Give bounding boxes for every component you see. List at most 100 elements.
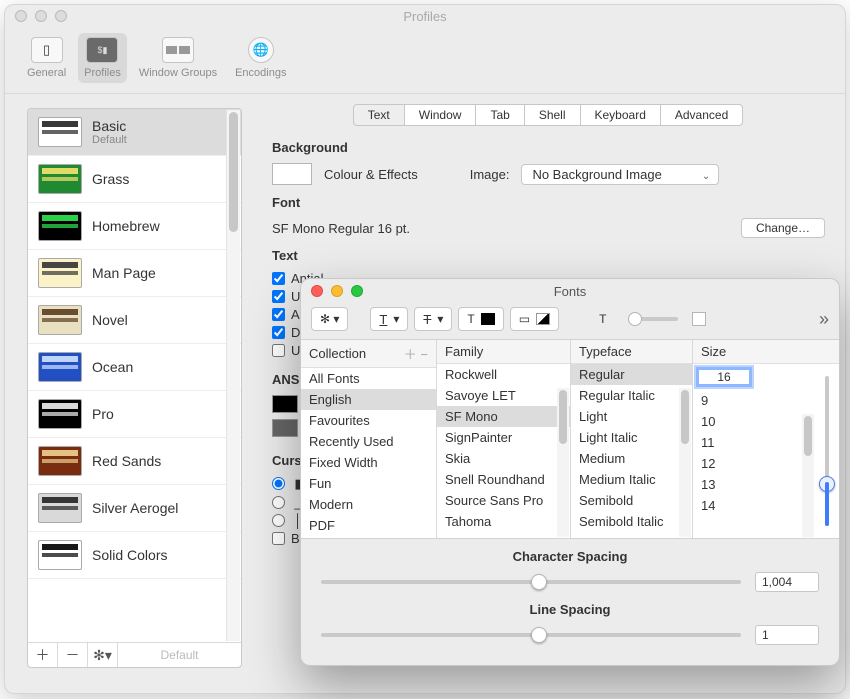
profile-row[interactable]: Homebrew <box>28 203 241 250</box>
shadow-blur-control[interactable] <box>692 312 706 326</box>
char-spacing-slider[interactable] <box>321 580 741 584</box>
list-item[interactable]: 10 <box>693 411 815 432</box>
tab-window[interactable]: Window <box>404 104 477 126</box>
profiles-list[interactable]: BasicDefaultGrassHomebrewMan PageNovel Oc… <box>28 109 241 642</box>
list-item[interactable]: English <box>301 389 436 410</box>
background-image-popup[interactable]: No Background Image <box>521 164 719 185</box>
sidebar-scrollbar[interactable] <box>226 110 240 641</box>
profile-row[interactable]: Ocean <box>28 344 241 391</box>
toolbar-window-groups[interactable]: Window Groups <box>133 33 223 83</box>
list-item[interactable]: Rockwell <box>437 364 570 385</box>
list-item[interactable]: 13 <box>693 474 815 495</box>
profile-row[interactable]: Novel <box>28 297 241 344</box>
shadow-opacity-slider[interactable] <box>628 317 678 321</box>
change-font-button[interactable]: Change… <box>741 218 825 238</box>
set-default-button[interactable]: Default <box>118 643 241 667</box>
list-item[interactable]: 14 <box>693 495 815 516</box>
list-item[interactable]: Tahoma <box>437 511 570 532</box>
background-colour-well[interactable] <box>272 163 312 185</box>
remove-profile-button[interactable]: － <box>58 643 88 667</box>
underline-menu[interactable]: T ▾ <box>370 307 408 331</box>
collection-column: Collection＋ − All FontsEnglishFavourites… <box>301 340 437 538</box>
toolbar: ▯ General $▮ Profiles Window Groups 🌐 En… <box>5 27 845 94</box>
typeface-scrollbar[interactable] <box>679 388 691 537</box>
list-item[interactable]: Savoye LET <box>437 385 570 406</box>
list-item[interactable]: Semibold <box>571 490 692 511</box>
profile-row[interactable]: Silver Aerogel <box>28 485 241 532</box>
text-colour-well[interactable]: T <box>458 307 503 331</box>
profile-row[interactable]: Grass <box>28 156 241 203</box>
list-item[interactable]: Fixed Width <box>301 452 436 473</box>
list-item[interactable]: SF Mono <box>437 406 570 427</box>
profile-thumbnail <box>38 211 82 241</box>
list-item[interactable]: Light <box>571 406 692 427</box>
list-item[interactable]: 11 <box>693 432 815 453</box>
list-item[interactable]: Modern <box>301 494 436 515</box>
list-item[interactable]: PDF <box>301 515 436 536</box>
close-icon[interactable] <box>15 10 27 22</box>
tab-shell[interactable]: Shell <box>524 104 581 126</box>
size-scrollbar[interactable] <box>802 414 814 537</box>
list-item[interactable]: Favourites <box>301 410 436 431</box>
list-item[interactable]: SignPainter <box>437 427 570 448</box>
line-spacing-label: Line Spacing <box>530 602 611 617</box>
profile-thumbnail <box>38 352 82 382</box>
add-profile-button[interactable]: ＋ <box>28 643 58 667</box>
line-spacing-value[interactable]: 1 <box>755 625 819 645</box>
list-item[interactable]: Regular Italic <box>571 385 692 406</box>
char-spacing-value[interactable]: 1,004 <box>755 572 819 592</box>
list-item[interactable]: Source Sans Pro <box>437 490 570 511</box>
list-item[interactable]: 9 <box>693 390 815 411</box>
ansi-swatch[interactable] <box>272 419 298 437</box>
list-item[interactable]: Fun <box>301 473 436 494</box>
list-item[interactable]: Snell Roundhand <box>437 469 570 490</box>
list-item[interactable]: 12 <box>693 453 815 474</box>
colour-effects-label: Colour & Effects <box>324 167 418 182</box>
ansi-swatch[interactable] <box>272 395 298 413</box>
profile-name: Ocean <box>92 359 133 375</box>
list-item[interactable]: Medium Italic <box>571 469 692 490</box>
size-slider[interactable] <box>815 364 839 538</box>
line-spacing-slider[interactable] <box>321 633 741 637</box>
zoom-icon[interactable] <box>351 285 363 297</box>
profile-row[interactable]: Red Sands <box>28 438 241 485</box>
globe-icon: 🌐 <box>248 37 274 63</box>
profile-row[interactable]: Solid Colors <box>28 532 241 579</box>
toolbar-general[interactable]: ▯ General <box>21 33 72 83</box>
profile-thumbnail <box>38 258 82 288</box>
tab-tab[interactable]: Tab <box>475 104 524 126</box>
list-item[interactable]: All Fonts <box>301 368 436 389</box>
strike-menu[interactable]: T ▾ <box>414 307 452 331</box>
profile-name: Solid Colors <box>92 547 167 563</box>
list-item[interactable]: Skia <box>437 448 570 469</box>
image-label: Image: <box>470 167 510 182</box>
tab-keyboard[interactable]: Keyboard <box>580 104 661 126</box>
minimize-icon[interactable] <box>331 285 343 297</box>
close-icon[interactable] <box>311 285 323 297</box>
fonts-actions-menu[interactable]: ✻ ▾ <box>311 307 348 331</box>
spacing-section: Character Spacing 1,004 Line Spacing 1 <box>301 539 839 661</box>
tab-text[interactable]: Text <box>353 104 405 126</box>
list-item[interactable]: Medium <box>571 448 692 469</box>
overflow-icon[interactable]: » <box>819 309 829 330</box>
toolbar-profiles[interactable]: $▮ Profiles <box>78 33 127 83</box>
list-item[interactable]: Light Italic <box>571 427 692 448</box>
list-item[interactable]: Semibold Italic <box>571 511 692 532</box>
zoom-icon[interactable] <box>55 10 67 22</box>
windows-icon <box>162 37 194 63</box>
document-colour-well[interactable]: ▭ <box>510 307 559 331</box>
size-input[interactable] <box>696 367 752 387</box>
profile-row[interactable]: Man Page <box>28 250 241 297</box>
tab-advanced[interactable]: Advanced <box>660 104 743 126</box>
toolbar-encodings[interactable]: 🌐 Encodings <box>229 33 292 83</box>
add-remove-collection[interactable]: ＋ − <box>404 344 428 363</box>
minimize-icon[interactable] <box>35 10 47 22</box>
shadow-toggle[interactable]: T <box>591 307 614 331</box>
list-item[interactable]: Regular <box>571 364 692 385</box>
family-scrollbar[interactable] <box>557 388 569 537</box>
profile-actions-menu[interactable]: ✻▾ <box>88 643 118 667</box>
profile-row[interactable]: BasicDefault <box>28 109 241 156</box>
profile-thumbnail <box>38 399 82 429</box>
list-item[interactable]: Recently Used <box>301 431 436 452</box>
profile-row[interactable]: Pro <box>28 391 241 438</box>
